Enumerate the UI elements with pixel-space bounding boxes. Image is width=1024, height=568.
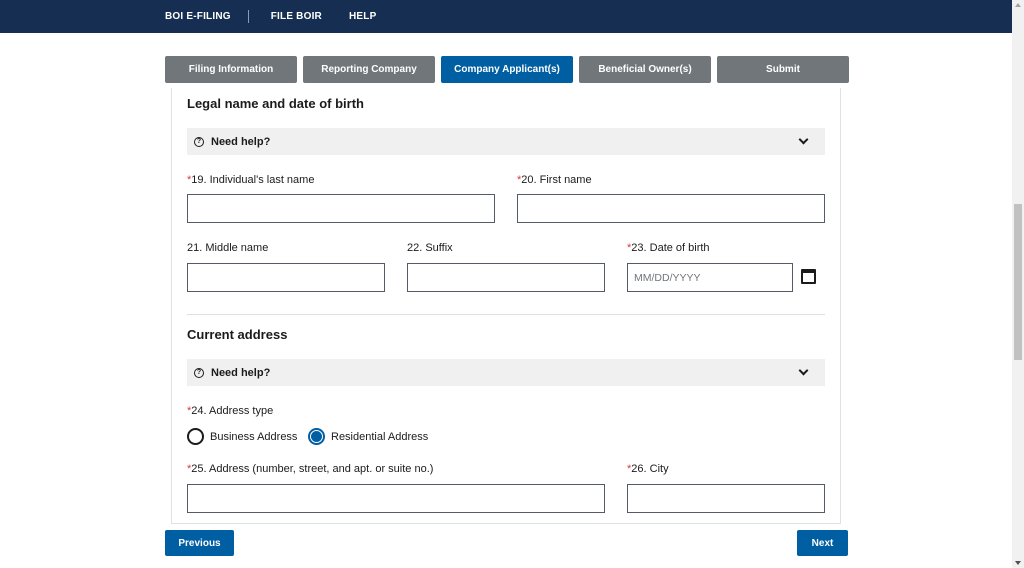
- page-scrollbar[interactable]: [1012, 0, 1024, 568]
- help-circle-icon: ?: [194, 136, 204, 147]
- radio-dot: [311, 431, 322, 442]
- need-help-accordion-1[interactable]: ? Need help?: [187, 128, 825, 155]
- help-circle-icon: ?: [194, 367, 204, 378]
- last-name-label: *19. Individual's last name: [187, 174, 315, 186]
- previous-button[interactable]: Previous: [165, 530, 234, 556]
- radio-business-address[interactable]: Business Address: [187, 428, 297, 445]
- radio-residential-address[interactable]: Residential Address: [308, 428, 428, 445]
- need-help-label: Need help?: [211, 135, 271, 148]
- last-name-input[interactable]: [187, 194, 495, 223]
- nav-brand-link[interactable]: BOI E-FILING: [165, 11, 231, 22]
- first-name-input[interactable]: [517, 194, 825, 223]
- next-button[interactable]: Next: [797, 530, 848, 556]
- step-reporting-company[interactable]: Reporting Company: [303, 56, 435, 83]
- step-nav: Filing Information Reporting Company Com…: [165, 56, 849, 83]
- dob-label: *23. Date of birth: [627, 242, 710, 254]
- need-help-label: Need help?: [211, 366, 271, 379]
- city-label: *26. City: [627, 463, 669, 475]
- top-nav-bar: BOI E-FILING FILE BOIR HELP: [0, 0, 1012, 33]
- city-input[interactable]: [627, 484, 825, 513]
- suffix-input[interactable]: [407, 263, 605, 292]
- nav-help-link[interactable]: HELP: [349, 11, 376, 22]
- step-submit[interactable]: Submit: [717, 56, 849, 83]
- step-company-applicants[interactable]: Company Applicant(s): [441, 56, 573, 83]
- suffix-label: 22. Suffix: [407, 242, 453, 254]
- step-filing-information[interactable]: Filing Information: [165, 56, 297, 83]
- need-help-accordion-2[interactable]: ? Need help?: [187, 359, 825, 386]
- address-label: *25. Address (number, street, and apt. o…: [187, 463, 434, 475]
- dob-input[interactable]: MM/DD/YYYY: [627, 263, 793, 292]
- section-divider: [187, 314, 825, 315]
- address-input[interactable]: [187, 484, 605, 513]
- radio-label: Residential Address: [331, 430, 429, 443]
- calendar-icon[interactable]: [801, 269, 816, 284]
- step-beneficial-owners[interactable]: Beneficial Owner(s): [579, 56, 711, 83]
- middle-name-input[interactable]: [187, 263, 385, 292]
- address-type-label: *24. Address type: [187, 405, 274, 417]
- scrollbar-thumb[interactable]: [1014, 204, 1022, 360]
- scroll-down-icon[interactable]: [1015, 561, 1021, 565]
- scroll-up-icon[interactable]: [1015, 3, 1021, 7]
- radio-label: Business Address: [210, 430, 298, 443]
- radio-circle-selected[interactable]: [308, 428, 325, 445]
- section-title-legal-name: Legal name and date of birth: [187, 96, 364, 111]
- nav-file-boir-link[interactable]: FILE BOIR: [271, 11, 322, 22]
- section-title-current-address: Current address: [187, 327, 288, 342]
- chevron-down-icon[interactable]: [798, 134, 809, 145]
- radio-circle[interactable]: [187, 428, 204, 445]
- chevron-down-icon[interactable]: [798, 365, 809, 376]
- middle-name-label: 21. Middle name: [187, 242, 269, 254]
- nav-separator: [247, 10, 249, 23]
- first-name-label: *20. First name: [517, 174, 592, 186]
